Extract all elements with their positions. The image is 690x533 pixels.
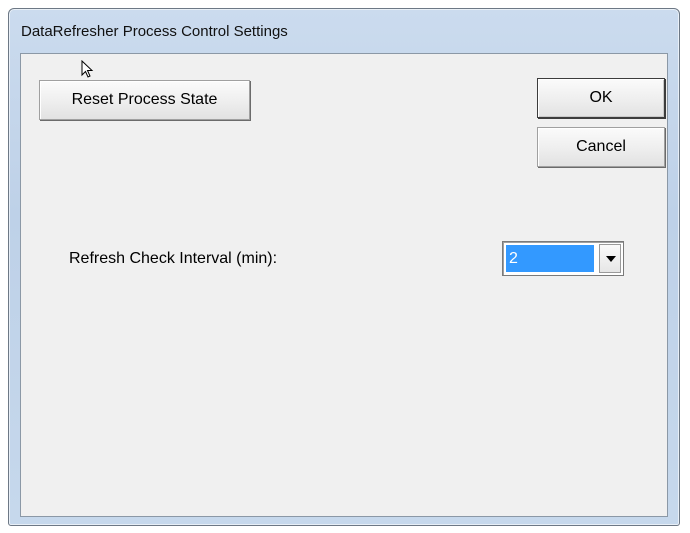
ok-button[interactable]: OK	[537, 78, 665, 118]
refresh-interval-value: 2	[506, 245, 594, 272]
mouse-pointer-icon	[81, 60, 94, 78]
refresh-interval-label: Refresh Check Interval (min):	[69, 250, 278, 267]
reset-process-state-button[interactable]: Reset Process State	[39, 80, 250, 120]
refresh-interval-select[interactable]: 2	[502, 241, 624, 276]
cancel-label: Cancel	[576, 138, 626, 155]
dialog-title: DataRefresher Process Control Settings	[21, 23, 288, 40]
chevron-down-icon[interactable]	[599, 244, 621, 273]
ok-label: OK	[589, 89, 613, 106]
title-bar[interactable]: DataRefresher Process Control Settings	[9, 9, 679, 53]
reset-process-state-label: Reset Process State	[71, 91, 218, 108]
dialog-body: Reset Process State OK Cancel Refresh Ch…	[20, 53, 668, 517]
settings-dialog: DataRefresher Process Control Settings R…	[8, 8, 680, 526]
cancel-button[interactable]: Cancel	[537, 127, 665, 167]
